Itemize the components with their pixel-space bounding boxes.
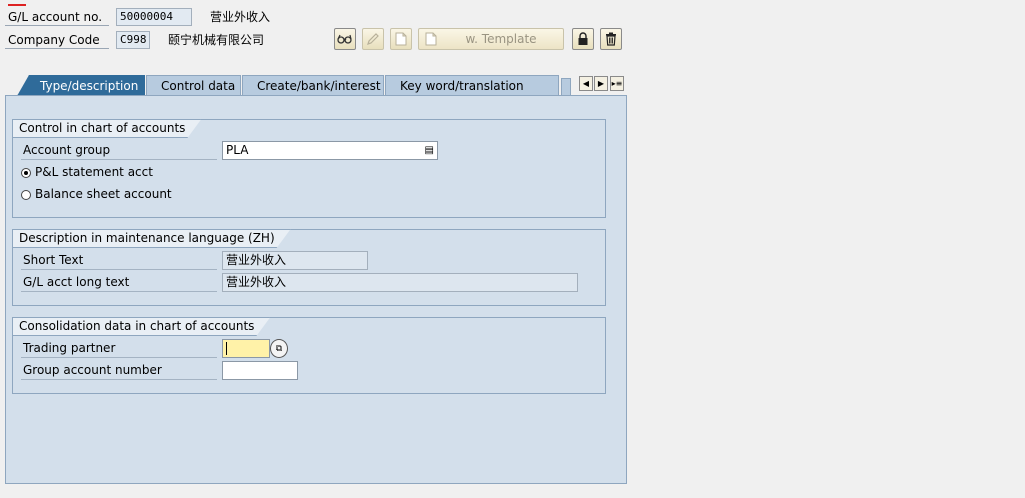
consolidation-group: Consolidation data in chart of accounts … [12, 317, 606, 394]
consolidation-group-title: Consolidation data in chart of accounts [12, 317, 270, 336]
lock-icon [578, 32, 588, 45]
description-group-title: Description in maintenance language (ZH) [12, 229, 291, 248]
value-help-icon: ⧉ [275, 343, 283, 354]
gl-account-description: 营业外收入 [210, 10, 271, 24]
tab-type-description[interactable]: Type/description [17, 75, 145, 96]
control-group-title: Control in chart of accounts [12, 119, 201, 138]
template-document-icon [425, 32, 437, 46]
radio-bs-indicator[interactable] [21, 189, 31, 200]
company-name: 颐宁机械有限公司 [168, 33, 265, 47]
long-text-field[interactable]: 营业外收入 [222, 273, 578, 292]
radio-pl-indicator[interactable] [21, 167, 31, 178]
glasses-icon [337, 34, 352, 44]
company-code-label: Company Code [5, 31, 109, 49]
text-cursor [226, 342, 227, 355]
new-document-icon [395, 32, 407, 46]
change-button[interactable] [362, 28, 384, 50]
tab-content-panel: Control in chart of accounts Account gro… [5, 95, 627, 484]
trading-partner-label: Trading partner [21, 339, 217, 358]
description-group: Description in maintenance language (ZH)… [12, 229, 606, 306]
radio-bs-label: Balance sheet account [35, 187, 172, 201]
pencil-icon [367, 33, 379, 45]
tab-control-data[interactable]: Control data [146, 75, 241, 96]
long-text-label: G/L acct long text [21, 273, 217, 292]
gl-account-label: G/L account no. [5, 8, 109, 26]
account-group-field[interactable]: PLA ▤ [222, 141, 438, 160]
radio-pl-label: P&L statement acct [35, 165, 153, 179]
with-template-button[interactable]: w. Template [418, 28, 564, 50]
short-text-label: Short Text [21, 251, 217, 270]
display-change-button[interactable] [334, 28, 356, 50]
tab-list-icon: ▸≡ [611, 79, 623, 88]
tab-scroll-left-button[interactable]: ◀ [579, 76, 593, 91]
template-label: w. Template [465, 32, 537, 46]
tab-list-button[interactable]: ▸≡ [610, 76, 624, 91]
trading-partner-field[interactable] [222, 339, 270, 358]
header-red-mark [8, 4, 26, 6]
radio-pl-statement[interactable]: P&L statement acct [21, 163, 153, 182]
radio-balance-sheet[interactable]: Balance sheet account [21, 185, 172, 204]
trash-icon [606, 32, 616, 46]
gl-account-field[interactable]: 50000004 [116, 8, 192, 26]
group-account-field[interactable] [222, 361, 298, 380]
arrow-left-icon: ◀ [582, 79, 590, 88]
arrow-right-icon: ▶ [597, 79, 605, 88]
tab-scroll-right-button[interactable]: ▶ [594, 76, 608, 91]
account-group-label: Account group [21, 141, 217, 160]
trading-partner-help-button[interactable]: ⧉ [270, 339, 288, 358]
account-group-value: PLA [226, 143, 249, 157]
control-group: Control in chart of accounts Account gro… [12, 119, 606, 218]
lock-button[interactable] [572, 28, 594, 50]
tab-create-bank-interest[interactable]: Create/bank/interest [242, 75, 384, 96]
short-text-field[interactable]: 营业外收入 [222, 251, 368, 270]
create-button[interactable] [390, 28, 412, 50]
company-code-field[interactable]: C998 [116, 31, 150, 49]
tab-key-word-translation[interactable]: Key word/translation [385, 75, 559, 96]
tab-overflow-edge [561, 78, 571, 96]
f4-help-icon[interactable]: ▤ [425, 142, 434, 159]
group-account-label: Group account number [21, 361, 217, 380]
delete-button[interactable] [600, 28, 622, 50]
